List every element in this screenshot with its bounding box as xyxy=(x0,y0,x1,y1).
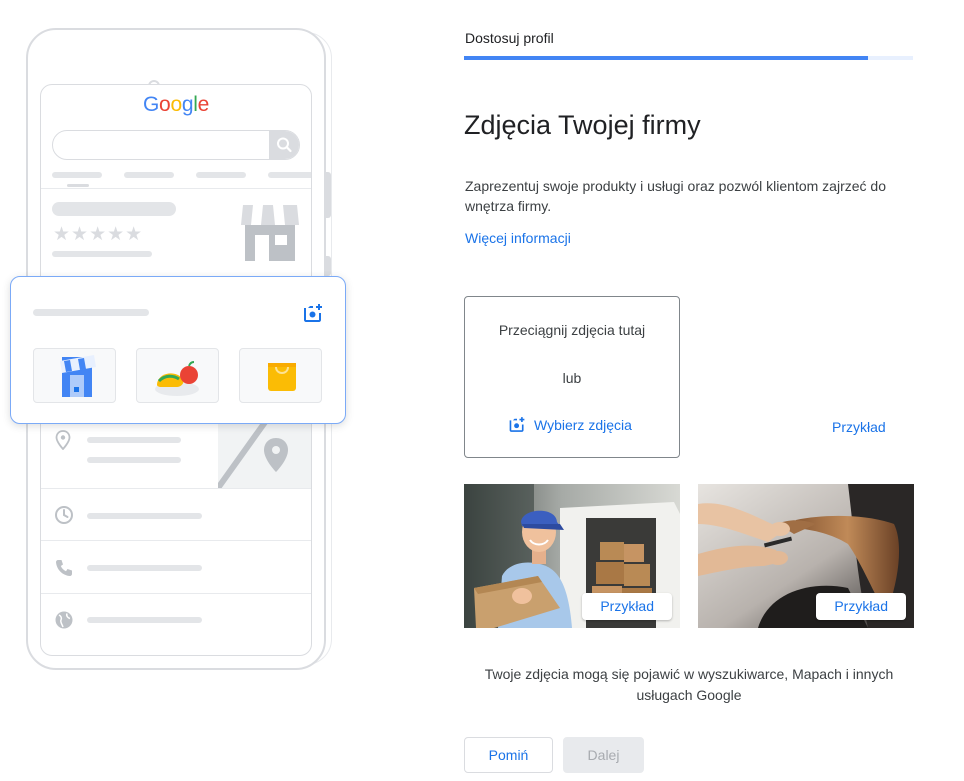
example-photo-hairdresser: Przykład xyxy=(698,484,914,628)
google-logo-letter: o xyxy=(170,93,182,116)
tab-placeholder xyxy=(268,172,311,178)
shopping-bag-icon xyxy=(268,363,296,391)
photo-dropzone[interactable]: Przeciągnij zdjęcia tutaj lub Wybierz zd… xyxy=(464,296,680,458)
page-title: Zdjęcia Twojej firmy xyxy=(464,110,701,140)
globe-icon xyxy=(55,611,73,629)
photos-visibility-caption: Twoje zdjęcia mogą się pojawić w wyszuki… xyxy=(484,666,894,703)
example-badge[interactable]: Przykład xyxy=(816,593,906,620)
map-icon xyxy=(218,418,311,488)
next-button[interactable]: Dalej xyxy=(563,737,644,773)
divider xyxy=(41,593,311,594)
add-photo-icon xyxy=(304,304,322,322)
tab-placeholder xyxy=(196,172,246,178)
storefront-photo-icon xyxy=(60,355,96,397)
progress-bar-fill xyxy=(464,56,869,60)
divider xyxy=(41,540,311,541)
google-logo: Google xyxy=(41,93,311,117)
google-logo-letter: e xyxy=(197,93,210,116)
location-pin-icon xyxy=(55,430,71,450)
text-placeholder xyxy=(87,513,202,519)
business-name-placeholder xyxy=(52,202,176,216)
phone-icon xyxy=(56,560,72,576)
google-logo-letter: G xyxy=(143,93,160,116)
photo-thumbnail-shopping-bag xyxy=(239,348,322,403)
google-logo-letter: o xyxy=(159,93,171,116)
rating-stars: ★★★★★ xyxy=(53,224,144,245)
text-placeholder xyxy=(87,437,181,443)
text-placeholder xyxy=(33,309,149,316)
dropzone-drag-text: Przeciągnij zdjęcia tutaj xyxy=(498,322,646,338)
search-bar xyxy=(52,130,300,160)
storefront-icon xyxy=(241,205,299,261)
phone-side-button xyxy=(325,256,331,276)
search-icon xyxy=(277,137,292,153)
tab-placeholder xyxy=(124,172,174,178)
text-placeholder xyxy=(87,617,202,623)
divider xyxy=(41,488,311,489)
progress-bar xyxy=(464,56,913,60)
skip-button[interactable]: Pomiń xyxy=(464,737,553,773)
photos-card-illustration xyxy=(10,276,346,424)
example-photo-delivery: Przykład xyxy=(464,484,680,628)
step-label: Dostosuj profil xyxy=(465,30,554,46)
google-logo-letter: g xyxy=(181,93,194,116)
more-info-link[interactable]: Więcej informacji xyxy=(465,230,571,246)
example-badge[interactable]: Przykład xyxy=(582,593,672,620)
example-link[interactable]: Przykład xyxy=(832,419,886,435)
photo-thumbnail-food xyxy=(136,348,219,403)
page-description: Zaprezentuj swoje produkty i usługi oraz… xyxy=(465,178,886,214)
clock-icon xyxy=(55,506,73,524)
text-placeholder xyxy=(87,565,202,571)
dropzone-or-text: lub xyxy=(562,370,582,386)
active-tab-indicator xyxy=(67,184,89,187)
choose-photos-label: Wybierz zdjęcia xyxy=(534,416,632,433)
search-button xyxy=(269,131,299,159)
divider xyxy=(41,188,311,189)
phone-side-button xyxy=(325,172,331,218)
text-placeholder xyxy=(52,251,152,257)
photo-thumbnail-storefront xyxy=(33,348,116,403)
add-photo-icon xyxy=(509,417,525,432)
text-placeholder xyxy=(87,457,181,463)
tab-placeholder xyxy=(52,172,102,178)
food-photo-icon xyxy=(155,361,199,396)
choose-photos-button[interactable]: Wybierz zdjęcia xyxy=(508,416,632,433)
